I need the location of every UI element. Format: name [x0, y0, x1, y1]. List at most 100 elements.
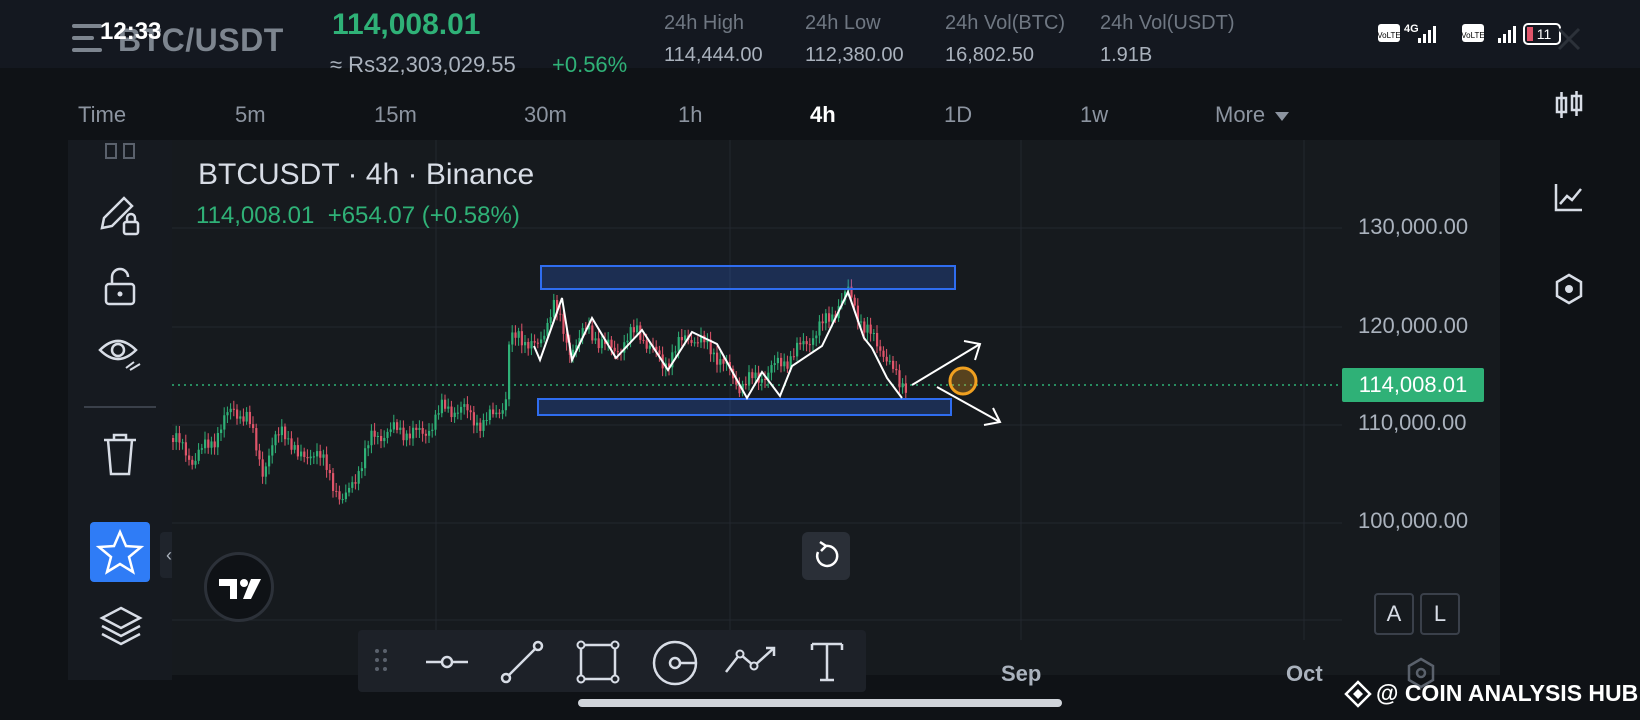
- candle-body: [860, 321, 863, 323]
- tf-30m[interactable]: 30m: [524, 102, 567, 128]
- home-indicator[interactable]: [578, 699, 1062, 707]
- candle-body: [648, 345, 651, 349]
- rectangle-icon[interactable]: [574, 638, 622, 686]
- candle-body: [456, 412, 459, 414]
- eye-icon[interactable]: [96, 334, 144, 376]
- candle-body: [364, 448, 367, 469]
- network-label: 4G: [1404, 23, 1419, 35]
- candle-body: [421, 427, 424, 434]
- candle-body: [210, 441, 213, 448]
- candle-body: [716, 352, 719, 365]
- candle-body: [498, 412, 501, 414]
- stat-value-high: 114,444.00: [664, 44, 763, 66]
- candle-body: [760, 379, 763, 383]
- auto-scale-button[interactable]: A: [1374, 593, 1414, 635]
- support-zone-box[interactable]: [537, 398, 952, 416]
- candle-body: [492, 409, 495, 415]
- candle-body: [744, 383, 747, 386]
- tradingview-logo[interactable]: [204, 552, 274, 622]
- candle-body: [754, 372, 757, 379]
- candle-body: [408, 433, 411, 439]
- price-marker-circle[interactable]: [948, 366, 978, 396]
- tf-1h[interactable]: 1h: [678, 102, 702, 128]
- candle-body: [636, 325, 639, 333]
- candle-body: [268, 455, 271, 467]
- candle-body: [280, 426, 283, 436]
- candle-body: [812, 338, 815, 345]
- candle-body: [815, 335, 818, 339]
- candle-body: [255, 428, 258, 451]
- candle-body: [600, 339, 603, 349]
- candle-body: [344, 492, 347, 500]
- unlock-icon[interactable]: [100, 266, 140, 308]
- trash-icon[interactable]: [100, 432, 140, 478]
- indicator-chart-icon[interactable]: [1552, 180, 1586, 214]
- pencil-lock-icon[interactable]: [96, 192, 142, 238]
- candle-body: [341, 499, 344, 501]
- candle-body: [469, 410, 472, 413]
- close-icon[interactable]: [1556, 26, 1582, 52]
- candle-body: [610, 339, 613, 348]
- candles-icon[interactable]: [1552, 88, 1586, 122]
- candle-body: [533, 341, 536, 343]
- drag-handle-icon[interactable]: [372, 646, 392, 676]
- status-time: 12:33: [100, 18, 162, 45]
- candle-body: [680, 337, 683, 341]
- text-icon[interactable]: [808, 640, 846, 684]
- tf-1w[interactable]: 1w: [1080, 102, 1108, 128]
- path-icon[interactable]: [722, 642, 778, 682]
- tf-4h[interactable]: 4h: [810, 102, 836, 128]
- hexagon-settings-icon[interactable]: [1552, 272, 1586, 306]
- candle-body: [530, 341, 533, 349]
- candle-body: [876, 332, 879, 347]
- candle-body: [354, 482, 357, 484]
- tf-15m[interactable]: 15m: [374, 102, 417, 128]
- tf-1d[interactable]: 1D: [944, 102, 972, 128]
- candle-body: [367, 445, 370, 449]
- stat-value-vol-btc: 16,802.50: [945, 44, 1034, 66]
- tf-time[interactable]: Time: [78, 102, 126, 128]
- log-scale-button[interactable]: L: [1420, 593, 1460, 635]
- candle-body: [197, 449, 200, 461]
- candle-body: [264, 466, 267, 477]
- candle-body: [863, 321, 866, 333]
- candle-body: [373, 430, 376, 437]
- candle-body: [642, 339, 645, 341]
- horizontal-line-icon[interactable]: [424, 648, 470, 678]
- tf-5m[interactable]: 5m: [235, 102, 266, 128]
- candle-body: [172, 438, 175, 442]
- candle-body: [805, 341, 808, 345]
- candle-body: [402, 427, 405, 441]
- candle-body: [482, 420, 485, 431]
- candle-body: [898, 370, 901, 388]
- candle-body: [853, 297, 856, 306]
- candle-body: [514, 332, 517, 338]
- zigzag-pattern-line[interactable]: [533, 289, 903, 401]
- trend-line-icon[interactable]: [498, 638, 546, 686]
- tf-more[interactable]: More: [1215, 102, 1290, 128]
- stat-label-low: 24h Low: [805, 12, 881, 34]
- candle-body: [511, 332, 514, 345]
- candle-body: [645, 340, 648, 349]
- grid-icon[interactable]: [104, 142, 138, 162]
- candle-body: [351, 482, 354, 488]
- candle-body: [200, 448, 203, 450]
- candle-body: [879, 346, 882, 351]
- layers-icon[interactable]: [98, 604, 144, 648]
- resistance-zone-box[interactable]: [540, 265, 956, 290]
- circle-icon[interactable]: [650, 638, 700, 688]
- candle-body: [780, 357, 783, 367]
- candle-body: [508, 344, 511, 400]
- candle-body: [236, 409, 239, 419]
- reset-chart-button[interactable]: [802, 532, 850, 580]
- candle-body: [386, 431, 389, 438]
- candle-body: [690, 339, 693, 343]
- last-price: 114,008.01: [332, 8, 481, 41]
- binance-logo-icon: [1344, 680, 1372, 708]
- candle-body: [693, 342, 696, 344]
- refresh-icon: [816, 540, 839, 568]
- favorites-button[interactable]: [90, 522, 150, 582]
- y-axis-label: 110,000.00: [1358, 410, 1467, 435]
- candle-body: [540, 339, 543, 344]
- candle-body: [895, 368, 898, 371]
